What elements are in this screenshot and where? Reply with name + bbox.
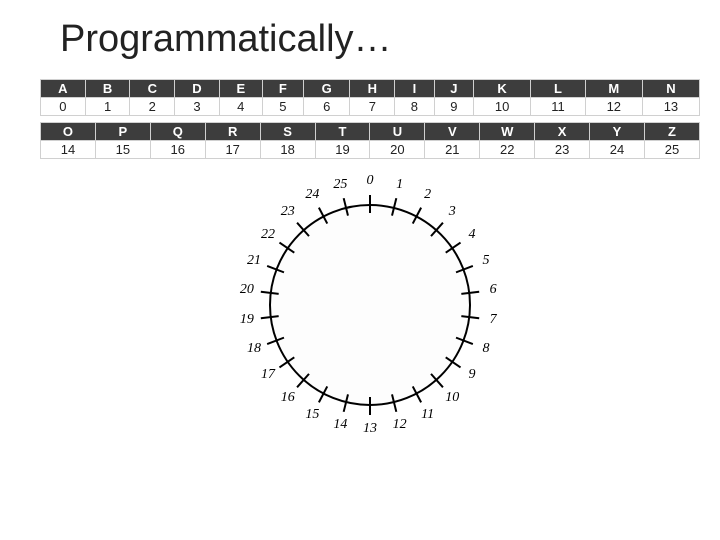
table-header-cell: R	[205, 123, 260, 141]
dial-number: 14	[333, 417, 347, 433]
dial-number: 12	[393, 417, 407, 433]
dial-number: 3	[449, 204, 456, 220]
dial-number: 25	[333, 177, 347, 193]
table-header-cell: Q	[150, 123, 205, 141]
table-cell: 17	[205, 141, 260, 159]
dial-number: 6	[490, 282, 497, 298]
dial-number: 21	[247, 253, 261, 269]
table-header-cell: H	[350, 80, 395, 98]
table-cell: 23	[535, 141, 590, 159]
dial-number: 19	[240, 312, 254, 328]
table-header-cell: O	[41, 123, 96, 141]
dial-number: 15	[305, 407, 319, 423]
table-cell: 6	[303, 98, 349, 116]
table-header-cell: A	[41, 80, 86, 98]
table-cell: 5	[262, 98, 303, 116]
dial-number: 0	[367, 173, 374, 189]
table-cell: 15	[95, 141, 150, 159]
table-header-cell: I	[395, 80, 434, 98]
table-cell: 0	[41, 98, 86, 116]
dial-number: 4	[469, 227, 476, 243]
table-cell: 22	[480, 141, 535, 159]
table-cell: 11	[531, 98, 586, 116]
table-cell: 4	[219, 98, 262, 116]
table-cell: 3	[175, 98, 220, 116]
dial-number: 5	[482, 253, 489, 269]
table-header-cell: W	[480, 123, 535, 141]
table-header-cell: Y	[590, 123, 645, 141]
table-cell: 7	[350, 98, 395, 116]
table-cell: 13	[642, 98, 699, 116]
table-header-cell: E	[219, 80, 262, 98]
dial-number: 1	[396, 177, 403, 193]
table-cell: 2	[130, 98, 175, 116]
table-header-cell: T	[315, 123, 370, 141]
dial-number: 16	[281, 390, 295, 406]
alphabet-table-2: OPQRSTUVWXYZ 141516171819202122232425	[40, 122, 700, 159]
table-cell: 16	[150, 141, 205, 159]
table-header-cell: G	[303, 80, 349, 98]
table-cell: 10	[474, 98, 531, 116]
table-header-cell: B	[85, 80, 130, 98]
dial-number: 13	[363, 421, 377, 437]
dial-number: 9	[469, 367, 476, 383]
dial-number: 10	[445, 390, 459, 406]
table-header-cell: Z	[644, 123, 699, 141]
table-cell: 25	[644, 141, 699, 159]
alphabet-table-1: ABCDEFGHIJKLMN 012345678910111213	[40, 79, 700, 116]
table-cell: 19	[315, 141, 370, 159]
table-header-cell: M	[585, 80, 642, 98]
table-cell: 12	[585, 98, 642, 116]
dial-number: 17	[261, 367, 275, 383]
dial-number: 7	[490, 312, 497, 328]
table-cell: 1	[85, 98, 130, 116]
dial-number: 2	[424, 187, 431, 203]
table-cell: 21	[425, 141, 480, 159]
dial-number: 23	[281, 204, 295, 220]
table-cell: 20	[370, 141, 425, 159]
dial-number: 20	[240, 282, 254, 298]
table-header-cell: V	[425, 123, 480, 141]
table-header-cell: D	[175, 80, 220, 98]
table-header-cell: K	[474, 80, 531, 98]
dial-number: 22	[261, 227, 275, 243]
table-header-cell: N	[642, 80, 699, 98]
page-title: Programmatically…	[60, 18, 700, 61]
number-dial: 0123456789101112131415161718192021222324…	[230, 165, 510, 445]
table-cell: 9	[434, 98, 473, 116]
table-header-cell: S	[260, 123, 315, 141]
table-header-cell: X	[535, 123, 590, 141]
table-header-cell: F	[262, 80, 303, 98]
dial-number: 18	[247, 341, 261, 357]
table-header-cell: U	[370, 123, 425, 141]
table-cell: 24	[590, 141, 645, 159]
table-cell: 18	[260, 141, 315, 159]
table-cell: 8	[395, 98, 434, 116]
dial-number: 11	[421, 407, 434, 423]
table-header-cell: J	[434, 80, 473, 98]
table-cell: 14	[41, 141, 96, 159]
dial-number: 8	[482, 341, 489, 357]
dial-number: 24	[305, 187, 319, 203]
table-header-cell: P	[95, 123, 150, 141]
table-header-cell: C	[130, 80, 175, 98]
table-header-cell: L	[531, 80, 586, 98]
